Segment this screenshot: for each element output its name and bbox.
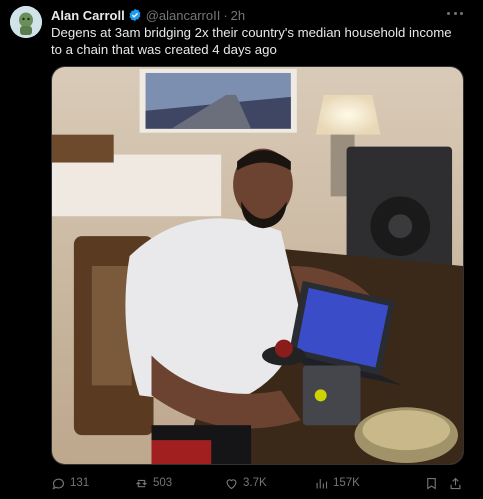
repost-icon [136,479,147,487]
views-count: 157K [333,477,360,489]
more-icon[interactable] [447,6,463,20]
bookmark-button[interactable] [424,474,443,492]
tweet-actions: 131 503 3.7K 157K [51,474,463,492]
views-icon [316,478,328,488]
verified-icon [129,8,141,22]
reply-icon [52,478,65,490]
author-handle[interactable]: @alancarroII [146,8,221,23]
tweet-header: Alan Carroll @alancarroII · 2h [51,7,245,23]
views-button[interactable]: 157K [314,474,360,492]
like-count: 3.7K [243,477,267,489]
bookmark-icon [427,477,436,490]
tweet: Alan Carroll @alancarroII · 2h Degens at… [0,0,483,499]
repost-count: 503 [153,477,173,489]
share-icon [450,477,461,489]
avatar[interactable] [10,6,42,38]
repost-button[interactable]: 503 [134,474,172,492]
share-button[interactable] [448,474,467,492]
like-button[interactable]: 3.7K [224,474,267,492]
tweet-text: Degens at 3am bridging 2x their country'… [51,25,452,57]
separator-dot: · [223,7,228,23]
author-name[interactable]: Alan Carroll [51,8,125,23]
reply-button[interactable]: 131 [51,474,89,492]
timestamp[interactable]: 2h [231,8,245,23]
like-icon [226,478,237,489]
reply-count: 131 [70,477,90,489]
tweet-photo[interactable] [51,66,464,465]
